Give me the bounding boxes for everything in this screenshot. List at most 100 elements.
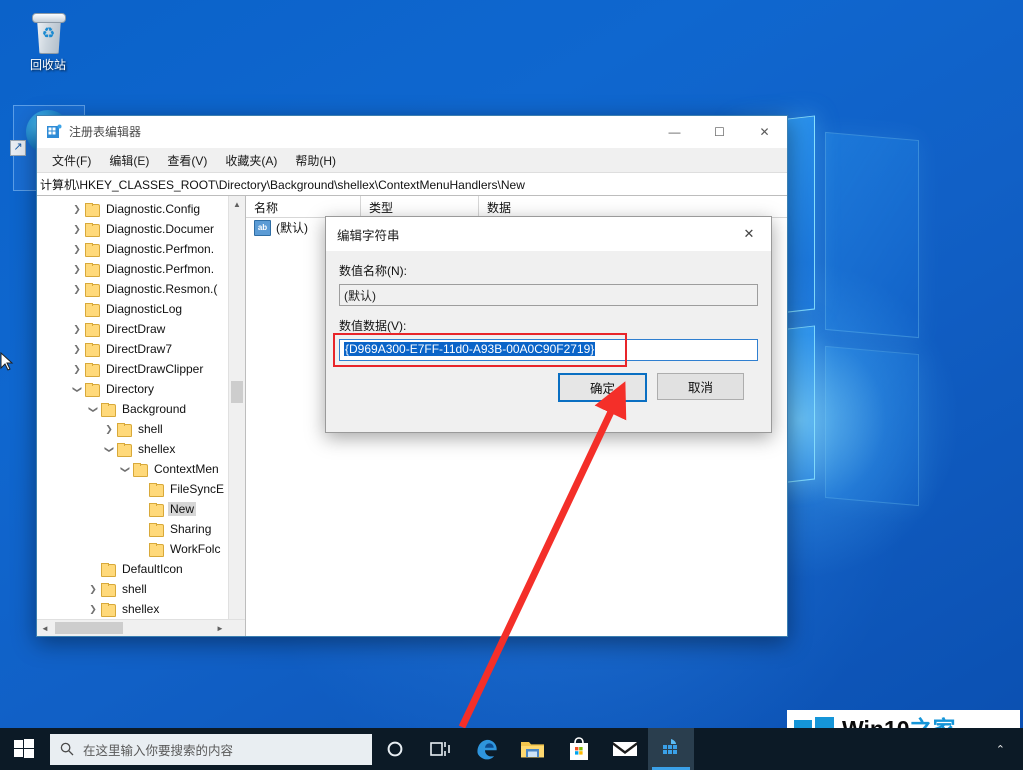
column-header-type[interactable]: 类型	[361, 196, 479, 217]
menu-bar[interactable]: 文件(F) 编辑(E) 查看(V) 收藏夹(A) 帮助(H)	[37, 148, 787, 173]
menu-file[interactable]: 文件(F)	[43, 149, 100, 172]
folder-icon	[101, 403, 116, 416]
start-button[interactable]	[0, 728, 48, 770]
ok-button[interactable]: 确定	[558, 373, 647, 402]
tree-item-shell[interactable]: ❯shell	[37, 419, 245, 439]
value-name-input[interactable]: (默认)	[339, 284, 758, 306]
chevron-right-icon[interactable]: ❯	[69, 344, 85, 355]
menu-edit[interactable]: 编辑(E)	[100, 149, 158, 172]
folder-icon	[85, 343, 100, 356]
tree-item-shellex[interactable]: ❯shellex	[37, 439, 245, 459]
chevron-down-icon[interactable]: ❯	[104, 441, 115, 457]
value-name-cell: (默认)	[276, 219, 308, 236]
chevron-right-icon[interactable]: ❯	[69, 204, 85, 215]
folder-icon	[117, 423, 132, 436]
menu-view[interactable]: 查看(V)	[158, 149, 216, 172]
tree-item-label: shellex	[120, 602, 161, 616]
menu-favorites[interactable]: 收藏夹(A)	[216, 149, 286, 172]
menu-help[interactable]: 帮助(H)	[286, 149, 345, 172]
chevron-right-icon[interactable]: ❯	[85, 584, 101, 595]
tree-item-new[interactable]: New	[37, 499, 245, 519]
tree-horizontal-scrollbar[interactable]: ◄ ►	[37, 619, 245, 636]
tree-item-directdraw[interactable]: ❯DirectDraw	[37, 319, 245, 339]
edit-string-dialog[interactable]: 编辑字符串 ✕ 数值名称(N): (默认) 数值数据(V): {D969A300…	[325, 216, 772, 433]
tree-vertical-scrollbar[interactable]: ▲ ▼	[228, 196, 245, 636]
registry-tree[interactable]: ❯Diagnostic.Config❯Diagnostic.Documer❯Di…	[37, 196, 245, 619]
tree-horizontal-thumb[interactable]	[55, 622, 123, 634]
window-title: 注册表编辑器	[69, 123, 652, 140]
wallpaper-pane	[825, 132, 919, 338]
maximize-button[interactable]: ☐	[697, 117, 742, 147]
address-bar[interactable]: 计算机\HKEY_CLASSES_ROOT\Directory\Backgrou…	[37, 173, 787, 196]
scroll-up-icon[interactable]: ▲	[229, 196, 245, 212]
chevron-right-icon[interactable]: ❯	[101, 424, 117, 435]
tree-item-label: Directory	[104, 382, 156, 396]
file-explorer-icon[interactable]	[510, 728, 556, 770]
tree-item-label: DiagnosticLog	[104, 302, 184, 316]
folder-icon	[149, 503, 164, 516]
chevron-right-icon[interactable]: ❯	[69, 244, 85, 255]
chevron-right-icon[interactable]: ❯	[69, 284, 85, 295]
search-input[interactable]: 在这里输入你要搜索的内容	[50, 734, 372, 765]
window-titlebar[interactable]: 注册表编辑器 — ☐ ✕	[37, 116, 787, 148]
tree-item-shellex[interactable]: ❯ shellex	[37, 599, 245, 619]
chevron-right-icon[interactable]: ❯	[69, 264, 85, 275]
task-view-icon[interactable]	[418, 728, 464, 770]
tree-item-diagnostic-config[interactable]: ❯Diagnostic.Config	[37, 199, 245, 219]
tree-item-diagnosticlog[interactable]: DiagnosticLog	[37, 299, 245, 319]
chevron-right-icon[interactable]: ❯	[69, 224, 85, 235]
tree-item-filesynce[interactable]: FileSyncE	[37, 479, 245, 499]
cortana-icon[interactable]	[372, 728, 418, 770]
desktop-icon-recycle-bin[interactable]: ♻ 回收站	[10, 8, 86, 72]
dialog-close-button[interactable]: ✕	[727, 218, 771, 251]
chevron-right-icon[interactable]: ❯	[69, 324, 85, 335]
cancel-button[interactable]: 取消	[657, 373, 744, 400]
chevron-down-icon[interactable]: ❯	[88, 401, 99, 417]
wallpaper-pane	[825, 346, 919, 506]
string-value-icon: ab	[254, 220, 271, 236]
tree-item-diagnostic-perfmon-[interactable]: ❯ Diagnostic.Perfmon.	[37, 259, 245, 279]
chevron-down-icon[interactable]: ❯	[72, 381, 83, 397]
minimize-button[interactable]: —	[652, 117, 697, 147]
tree-item-sharing[interactable]: Sharing	[37, 519, 245, 539]
registry-tree-pane[interactable]: ❯Diagnostic.Config❯Diagnostic.Documer❯Di…	[37, 196, 246, 636]
regedit-taskbar-icon[interactable]	[648, 728, 694, 770]
tree-item-directdraw7[interactable]: ❯DirectDraw7	[37, 339, 245, 359]
tree-item-directory[interactable]: ❯ Directory	[37, 379, 245, 399]
chevron-right-icon[interactable]: ❯	[85, 604, 101, 615]
close-button[interactable]: ✕	[742, 117, 787, 147]
folder-icon	[85, 323, 100, 336]
tree-item-workfolc[interactable]: WorkFolc	[37, 539, 245, 559]
tree-item-diagnostic-documer[interactable]: ❯Diagnostic.Documer	[37, 219, 245, 239]
list-header[interactable]: 名称 类型 数据	[246, 196, 787, 218]
scroll-right-icon[interactable]: ►	[212, 624, 228, 633]
folder-icon	[101, 563, 116, 576]
tree-item-diagnostic-perfmon-[interactable]: ❯Diagnostic.Perfmon.	[37, 239, 245, 259]
tree-item-defaulticon[interactable]: DefaultIcon	[37, 559, 245, 579]
folder-icon	[85, 223, 100, 236]
tree-vertical-thumb[interactable]	[231, 381, 243, 403]
tree-item-contextmen[interactable]: ❯ContextMen	[37, 459, 245, 479]
chevron-down-icon[interactable]: ❯	[120, 461, 131, 477]
scroll-left-icon[interactable]: ◄	[37, 624, 53, 633]
tree-item-diagnostic-resmon-[interactable]: ❯ Diagnostic.Resmon.(	[37, 279, 245, 299]
tree-item-directdrawclipper[interactable]: ❯DirectDrawClipper	[37, 359, 245, 379]
column-header-data[interactable]: 数据	[479, 196, 787, 217]
microsoft-store-icon[interactable]	[556, 728, 602, 770]
folder-icon	[149, 543, 164, 556]
tree-item-label: Diagnostic.Resmon.(	[104, 282, 219, 296]
mail-icon[interactable]	[602, 728, 648, 770]
dialog-buttons: 确定 取消	[339, 361, 758, 402]
desktop[interactable]: ♻ 回收站 e ↗ Mic E 注册表编辑器 —	[0, 0, 1023, 770]
taskbar[interactable]: 在这里输入你要搜索的内容	[0, 728, 1023, 770]
column-header-name[interactable]: 名称	[246, 196, 361, 217]
value-data-input[interactable]: {D969A300-E7FF-11d0-A93B-00A0C90F2719}	[339, 339, 758, 361]
edge-icon[interactable]	[464, 728, 510, 770]
system-tray[interactable]: ⌃	[984, 743, 1023, 756]
tree-item-background[interactable]: ❯Background	[37, 399, 245, 419]
tree-item-label: Diagnostic.Perfmon.	[104, 262, 216, 276]
dialog-titlebar[interactable]: 编辑字符串 ✕	[326, 217, 771, 251]
chevron-right-icon[interactable]: ❯	[69, 364, 85, 375]
tree-item-shell[interactable]: ❯shell	[37, 579, 245, 599]
tray-chevron-icon[interactable]: ⌃	[984, 743, 1017, 756]
